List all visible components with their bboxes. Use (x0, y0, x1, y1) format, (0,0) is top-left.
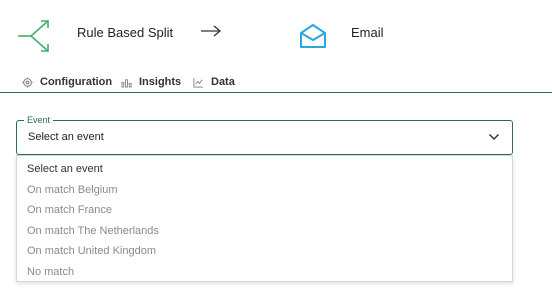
arrow-right-icon (201, 25, 222, 37)
tab-data-label: Data (211, 76, 235, 88)
chevron-down-icon[interactable] (488, 131, 500, 143)
event-option-united-kingdom[interactable]: On match United Kingdom (17, 241, 512, 262)
event-option-select-an-event[interactable]: Select an event (17, 159, 512, 180)
tab-configuration-label: Configuration (40, 76, 113, 88)
event-select[interactable]: Event Select an event (16, 114, 513, 155)
tab-configuration[interactable]: Configuration (22, 74, 112, 90)
event-option-no-match[interactable]: No match (17, 262, 512, 283)
flow-header: Rule Based Split Email (0, 0, 552, 66)
bar-chart-icon (121, 78, 132, 87)
tab-insights[interactable]: Insights (121, 74, 181, 90)
gear-icon (22, 76, 33, 88)
event-select-label: Event (24, 114, 54, 126)
event-option-belgium[interactable]: On match Belgium (17, 180, 512, 201)
tab-insights-label: Insights (139, 76, 182, 88)
event-options-list: Select an event On match Belgium On matc… (16, 155, 513, 282)
data-chart-icon (193, 77, 204, 87)
split-arrows-icon (18, 20, 49, 52)
email-node-title: Email (351, 25, 384, 40)
panel-tabs: Configuration Insights Data (0, 69, 552, 93)
envelope-open-icon (300, 24, 326, 48)
event-option-france[interactable]: On match France (17, 200, 512, 221)
event-select-value: Select an event (28, 131, 104, 143)
split-node-title: Rule Based Split (77, 25, 174, 40)
tab-data[interactable]: Data (193, 74, 235, 90)
event-option-the-netherlands[interactable]: On match The Netherlands (17, 221, 512, 242)
rule-based-split-panel: Rule Based Split Email Configuration Ins… (0, 0, 552, 304)
